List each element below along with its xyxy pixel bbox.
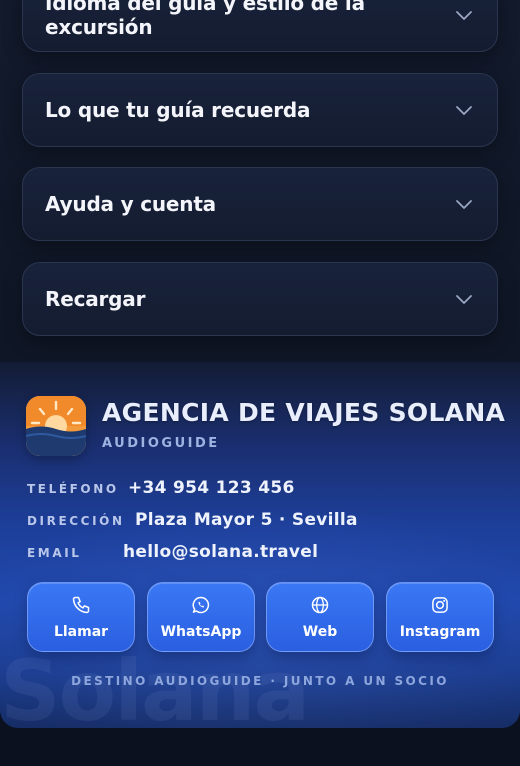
brand-subtitle: AUDIOGUIDE (102, 436, 220, 451)
accordion-label: Lo que tu guía recuerda (45, 98, 311, 122)
email-value[interactable]: hello@solana.travel (123, 542, 318, 562)
accordion-label: Ayuda y cuenta (45, 192, 216, 216)
phone-icon (70, 594, 92, 616)
accordion-guide-memory[interactable]: Lo que tu guía recuerda (22, 73, 498, 147)
phone-row: TELÉFONO +34 954 123 456 (27, 478, 295, 498)
whatsapp-button[interactable]: WhatsApp (147, 582, 255, 652)
email-row: EMAIL hello@solana.travel (27, 542, 318, 562)
partner-footer: Solana AGENCIA DE VIAJES SOLANA AUDIOGUI… (0, 362, 520, 728)
accordion-language-style[interactable]: Idioma del guía y estilo de la excursión (22, 0, 498, 52)
email-label: EMAIL (27, 546, 82, 560)
chevron-down-icon (455, 6, 473, 24)
globe-icon (309, 594, 331, 616)
partner-tagline: DESTINO AUDIOGUIDE · JUNTO A UN SOCIO (71, 674, 449, 688)
phone-label: TELÉFONO (27, 482, 119, 496)
whatsapp-icon (190, 594, 212, 616)
web-button[interactable]: Web (266, 582, 374, 652)
call-button-label: Llamar (53, 624, 109, 640)
accordion-help-account[interactable]: Ayuda y cuenta (22, 167, 498, 241)
phone-value[interactable]: +34 954 123 456 (128, 478, 295, 498)
address-row: DIRECCIÓN Plaza Mayor 5 · Sevilla (27, 510, 358, 530)
address-value: Plaza Mayor 5 · Sevilla (135, 510, 358, 530)
accordion-label: Recargar (45, 287, 146, 311)
whatsapp-button-label: WhatsApp (160, 624, 242, 640)
chevron-down-icon (455, 195, 473, 213)
chevron-down-icon (455, 101, 473, 119)
brand-name: AGENCIA DE VIAJES SOLANA (102, 398, 506, 427)
accordion-recharge[interactable]: Recargar (22, 262, 498, 336)
address-label: DIRECCIÓN (27, 514, 125, 528)
web-button-label: Web (302, 624, 338, 640)
call-button[interactable]: Llamar (27, 582, 135, 652)
chevron-down-icon (455, 290, 473, 308)
instagram-button-label: Instagram (399, 624, 481, 640)
agency-logo (26, 396, 86, 456)
accordion-label: Idioma del guía y estilo de la excursión (45, 0, 365, 39)
instagram-button[interactable]: Instagram (386, 582, 494, 652)
instagram-icon (429, 594, 451, 616)
